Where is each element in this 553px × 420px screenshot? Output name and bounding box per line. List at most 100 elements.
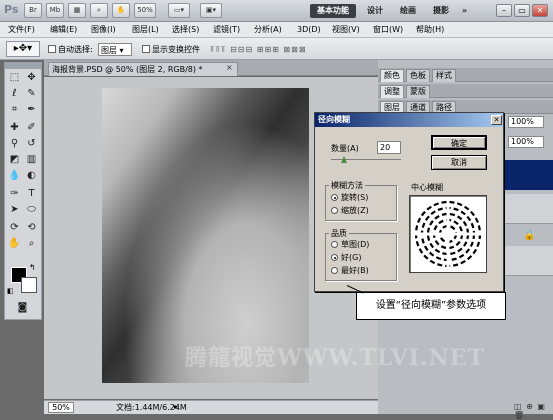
quality-draft-radio[interactable]: 草图(D)	[331, 239, 369, 251]
color-panel-tabs: 颜色 色板 样式	[378, 68, 553, 82]
tab-masks[interactable]: 蒙版	[406, 85, 430, 98]
workspace-design[interactable]: 设计	[367, 4, 383, 18]
zoom-field[interactable]: 50%	[48, 402, 74, 413]
background-color-swatch[interactable]	[21, 277, 37, 293]
menu-help[interactable]: 帮助(H)	[416, 24, 444, 36]
layer-row[interactable]	[504, 194, 553, 224]
cancel-button[interactable]: 取消	[431, 155, 487, 170]
close-icon[interactable]: ✕	[532, 4, 548, 17]
tab-swatches[interactable]: 色板	[406, 69, 430, 82]
eraser-tool-icon[interactable]: ◩	[7, 153, 22, 167]
blur-center-label: 中心模糊	[411, 183, 443, 192]
zoom-level-select[interactable]: 50%	[134, 3, 156, 18]
menu-layer[interactable]: 图层(L)	[132, 24, 159, 36]
menu-view[interactable]: 视图(V)	[332, 24, 360, 36]
dialog-title: 径向模糊	[315, 113, 503, 127]
crop-tool-icon[interactable]: ⌗	[7, 103, 22, 117]
dialog-close-icon[interactable]: ✕	[491, 115, 502, 125]
menu-window[interactable]: 窗口(W)	[373, 24, 403, 36]
eyedropper-tool-icon[interactable]: ✒	[24, 103, 39, 117]
menu-edit[interactable]: 编辑(E)	[50, 24, 77, 36]
tab-adjustments[interactable]: 调整	[380, 85, 404, 98]
hand-tool-icon[interactable]: ✋	[7, 237, 22, 251]
opacity-field[interactable]: 100%	[508, 116, 544, 128]
marquee-tool-icon[interactable]: ⬚	[7, 71, 22, 85]
align-buttons[interactable]: ⫪⫪⫪ ⊟⊟⊟ ⊞⊞⊞ ⊠⊠⊠	[210, 43, 307, 56]
auto-select-target-select[interactable]: 图层 ▾	[98, 43, 132, 56]
method-spin-radio[interactable]: 旋转(S)	[331, 192, 368, 204]
close-document-icon[interactable]: ×	[226, 63, 233, 72]
quality-title: 品质	[329, 228, 349, 239]
3d-rotate-tool-icon[interactable]: ⟳	[7, 221, 22, 235]
quick-selection-tool-icon[interactable]: ✎	[24, 87, 39, 101]
blur-tool-icon[interactable]: 💧	[7, 169, 22, 183]
radial-pattern-icon	[412, 198, 484, 270]
minimize-icon[interactable]: –	[496, 4, 512, 17]
3d-orbit-tool-icon[interactable]: ⟲	[24, 221, 39, 235]
menu-filter[interactable]: 滤镜(T)	[213, 24, 240, 36]
ok-button[interactable]: 确定	[431, 135, 487, 150]
move-tool-icon[interactable]: ✥	[24, 71, 39, 85]
gradient-tool-icon[interactable]: ▥	[24, 153, 39, 167]
quality-best-radio[interactable]: 最好(B)	[331, 265, 369, 277]
workspace-essentials[interactable]: 基本功能	[310, 4, 356, 18]
arrange-documents-button[interactable]: ▭▾	[168, 3, 190, 18]
grid-icon[interactable]: ▦	[68, 3, 86, 18]
type-tool-icon[interactable]: T	[24, 187, 39, 201]
brush-tool-icon[interactable]: ✐	[24, 121, 39, 135]
document-tab[interactable]: 海报背景.PSD @ 50% (图层 2, RGB/8) *	[48, 62, 238, 76]
auto-select-checkbox[interactable]: 自动选择:	[48, 43, 93, 56]
more-workspaces-button[interactable]: »	[462, 4, 467, 18]
status-menu-icon[interactable]: ▸	[174, 402, 178, 411]
document-image[interactable]	[102, 88, 309, 383]
zoom-tool-icon[interactable]: ⌕	[24, 237, 39, 251]
hand-tool-icon[interactable]: ✋	[112, 3, 130, 18]
menu-image[interactable]: 图像(I)	[91, 24, 116, 36]
layer-row[interactable]	[504, 246, 553, 276]
blur-center-preview[interactable]	[409, 195, 487, 273]
menu-file[interactable]: 文件(F)	[8, 24, 35, 36]
default-colors-icon[interactable]: ◧	[7, 287, 14, 295]
workspace-painting[interactable]: 绘画	[400, 4, 416, 18]
layer-row-selected[interactable]	[504, 160, 553, 190]
quality-good-radio[interactable]: 好(G)	[331, 252, 361, 264]
layer-panel-buttons[interactable]: ◫ ⊕ ▣ 🗑	[514, 402, 553, 420]
shape-tool-icon[interactable]: ⬭	[24, 203, 39, 217]
history-brush-tool-icon[interactable]: ↺	[24, 137, 39, 151]
pen-tool-icon[interactable]: ✑	[7, 187, 22, 201]
zoom-tool-icon[interactable]: ⌕	[90, 3, 108, 18]
show-transform-controls-label: 显示变换控件	[152, 45, 200, 54]
method-zoom-radio[interactable]: 缩放(Z)	[331, 205, 369, 217]
lasso-tool-icon[interactable]: ℓ	[7, 87, 22, 101]
screen-mode-button[interactable]: ▣▾	[200, 3, 222, 18]
mini-bridge-button[interactable]: Mb	[46, 3, 64, 18]
bridge-button[interactable]: Br	[24, 3, 42, 18]
lock-icon: 🔒	[523, 230, 536, 241]
healing-brush-tool-icon[interactable]: ✚	[7, 121, 22, 135]
status-bar: 50% 文档:1.44M/6.24M ▸	[44, 400, 378, 414]
adjustments-panel-tabs: 调整 蒙版	[378, 84, 553, 98]
restore-icon[interactable]: ▭	[514, 4, 530, 17]
menu-select[interactable]: 选择(S)	[172, 24, 199, 36]
tab-styles[interactable]: 样式	[432, 69, 456, 82]
watermark: 腾龍视觉WWW.TLVI.NET	[185, 345, 485, 371]
amount-input[interactable]: 20	[377, 141, 401, 154]
tab-color[interactable]: 颜色	[380, 69, 404, 82]
swap-colors-icon[interactable]: ↰	[29, 263, 36, 272]
menu-3d[interactable]: 3D(D)	[297, 24, 321, 36]
path-selection-tool-icon[interactable]: ➤	[7, 203, 22, 217]
toolbox-grip[interactable]	[5, 63, 41, 69]
show-transform-controls-checkbox[interactable]: 显示变换控件	[142, 43, 200, 56]
clone-stamp-tool-icon[interactable]: ⚲	[7, 137, 22, 151]
amount-label: 数量(A)	[331, 144, 359, 153]
dodge-tool-icon[interactable]: ◐	[24, 169, 39, 183]
fill-field[interactable]: 100%	[508, 136, 544, 148]
tutorial-callout: 设置“径向模糊”参数选项	[356, 292, 506, 320]
quick-mask-icon[interactable]: ◙	[15, 301, 30, 315]
auto-select-label: 自动选择:	[58, 45, 93, 54]
tools-panel: ⬚ ✥ ℓ ✎ ⌗ ✒ ✚ ✐ ⚲ ↺ ◩ ▥ 💧 ◐ ✑ T ➤ ⬭ ⟳ ⟲ …	[4, 62, 42, 320]
workspace-photography[interactable]: 摄影	[433, 4, 449, 18]
menu-analysis[interactable]: 分析(A)	[254, 24, 282, 36]
amount-slider-track[interactable]	[331, 159, 401, 160]
move-tool-preset-picker[interactable]: ▸✥▾	[6, 41, 40, 57]
